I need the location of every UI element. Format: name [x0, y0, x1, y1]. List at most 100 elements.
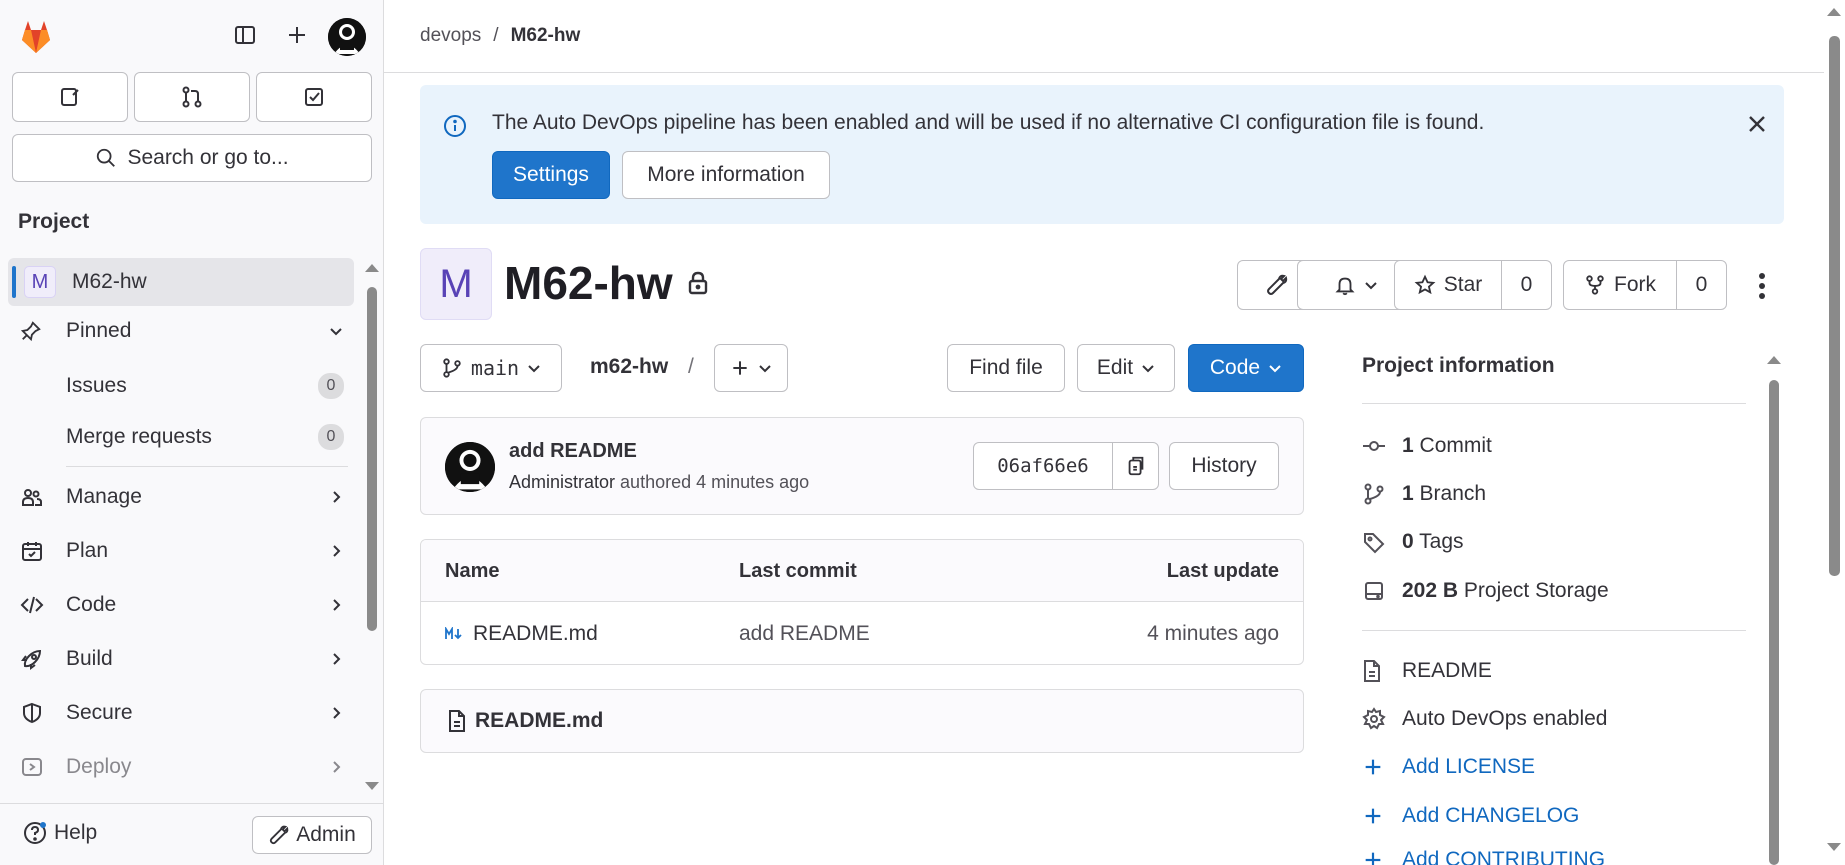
- admin-button[interactable]: Admin: [252, 816, 372, 854]
- stat-label: Tags: [1419, 530, 1464, 553]
- sidebar-item-code[interactable]: Code: [20, 585, 346, 625]
- edit-dropdown[interactable]: Edit: [1077, 344, 1175, 392]
- link-auto-devops[interactable]: Auto DevOps enabled: [1362, 707, 1607, 731]
- sidebar-item-merge-requests[interactable]: Merge requests 0: [66, 417, 344, 457]
- info-icon: [444, 115, 466, 137]
- settings-button[interactable]: Settings: [492, 151, 610, 199]
- storage-icon: [1362, 579, 1392, 603]
- file-name-cell[interactable]: README.md: [445, 622, 598, 646]
- sidebar-scrollbar[interactable]: [367, 287, 377, 631]
- stat-value: 1: [1402, 482, 1414, 505]
- commit-sha[interactable]: 06af66e6: [974, 443, 1112, 489]
- chevron-right-icon: [326, 598, 346, 612]
- table-header: Name Last commit Last update: [421, 540, 1303, 602]
- breadcrumb-group-link[interactable]: devops: [420, 25, 481, 47]
- star-button-group[interactable]: Star 0: [1394, 260, 1552, 310]
- calendar-icon: [20, 539, 50, 563]
- stat-value: 202 B: [1402, 579, 1459, 602]
- toggle-sidebar-icon[interactable]: [230, 20, 260, 50]
- breadcrumb-current[interactable]: M62-hw: [511, 25, 581, 47]
- aside-scrollbar[interactable]: [1769, 380, 1779, 865]
- readme-filename[interactable]: README.md: [475, 709, 603, 733]
- commit-title[interactable]: add README: [509, 440, 637, 463]
- find-file-button[interactable]: Find file: [947, 344, 1065, 392]
- file-last-commit[interactable]: add README: [739, 622, 870, 646]
- help-button[interactable]: Help: [22, 820, 97, 846]
- stat-commits[interactable]: 1 Commit: [1362, 434, 1492, 458]
- table-row[interactable]: README.md add README 4 minutes ago: [421, 602, 1303, 664]
- fork-button-group[interactable]: Fork 0: [1563, 260, 1727, 310]
- page-scroll-down[interactable]: [1827, 843, 1841, 851]
- sidebar-item-build[interactable]: Build: [20, 639, 346, 679]
- chevron-right-icon: [326, 544, 346, 558]
- commit-author-avatar[interactable]: [445, 442, 495, 492]
- merge-requests-button[interactable]: [134, 72, 250, 122]
- sidebar-item-pinned[interactable]: Pinned: [20, 311, 346, 351]
- code-dropdown[interactable]: Code: [1188, 344, 1304, 392]
- user-avatar[interactable]: [328, 18, 366, 56]
- page-scroll-up[interactable]: [1827, 8, 1841, 16]
- fork-button[interactable]: Fork: [1564, 261, 1676, 309]
- star-label: Star: [1443, 273, 1483, 296]
- sidebar-item-label: Code: [66, 593, 117, 616]
- commit-author[interactable]: Administrator: [509, 472, 615, 492]
- stat-tags[interactable]: 0 Tags: [1362, 530, 1464, 554]
- chevron-right-icon: [326, 760, 346, 774]
- more-information-button[interactable]: More information: [622, 151, 830, 199]
- sidebar-item-project[interactable]: M M62-hw: [8, 258, 354, 306]
- sidebar-scroll-up[interactable]: [365, 264, 379, 272]
- repo-path[interactable]: m62-hw: [590, 355, 668, 379]
- wrench-icon: [270, 825, 289, 845]
- file-name[interactable]: README.md: [473, 622, 598, 646]
- create-new-icon[interactable]: [282, 20, 312, 50]
- history-button[interactable]: History: [1169, 442, 1279, 490]
- link-add-changelog[interactable]: Add CHANGELOG: [1362, 804, 1579, 828]
- page-scrollbar[interactable]: [1829, 36, 1840, 576]
- stat-storage[interactable]: 202 B Project Storage: [1362, 579, 1609, 603]
- readme-header[interactable]: README.md: [420, 689, 1304, 753]
- aside-scroll-up[interactable]: [1767, 356, 1781, 364]
- chevron-down-icon: [759, 365, 771, 373]
- search-input[interactable]: Search or go to...: [12, 134, 372, 182]
- sidebar-item-manage[interactable]: Manage: [20, 477, 346, 517]
- branch-selector[interactable]: main: [420, 344, 562, 392]
- sidebar-scroll-down[interactable]: [365, 782, 379, 790]
- deploy-icon: [20, 755, 50, 779]
- more-actions-icon[interactable]: [1754, 272, 1770, 300]
- chevron-right-icon: [326, 706, 346, 720]
- sidebar-item-issues[interactable]: Issues 0: [66, 366, 344, 406]
- chevron-down-icon: [528, 365, 540, 373]
- file-icon: [449, 710, 465, 732]
- assigned-issues-button[interactable]: [12, 72, 128, 122]
- kebab-icon: [1759, 273, 1765, 299]
- branch-icon: [443, 358, 461, 378]
- gitlab-logo-icon[interactable]: [16, 16, 56, 56]
- sidebar-section-title: Project: [18, 210, 90, 233]
- star-button[interactable]: Star: [1395, 261, 1501, 309]
- link-add-contributing[interactable]: Add CONTRIBUTING: [1362, 848, 1605, 865]
- sidebar-item-plan[interactable]: Plan: [20, 531, 346, 571]
- stat-value: 0: [1402, 530, 1414, 553]
- link-add-license[interactable]: Add LICENSE: [1362, 755, 1535, 779]
- sidebar-item-deploy[interactable]: Deploy: [20, 747, 346, 787]
- stat-branches[interactable]: 1 Branch: [1362, 482, 1486, 506]
- alert-message: The Auto DevOps pipeline has been enable…: [492, 111, 1485, 134]
- copy-sha-button[interactable]: [1112, 443, 1158, 489]
- fork-count[interactable]: 0: [1676, 261, 1726, 309]
- column-header-name: Name: [445, 560, 500, 582]
- close-icon[interactable]: [1746, 113, 1768, 135]
- sidebar-item-label: Build: [66, 647, 113, 670]
- star-count[interactable]: 0: [1501, 261, 1551, 309]
- todo-list-button[interactable]: [256, 72, 372, 122]
- code-label: Code: [1209, 356, 1261, 379]
- sidebar-item-secure[interactable]: Secure: [20, 693, 346, 733]
- sidebar-item-label: Manage: [66, 485, 142, 508]
- plus-icon: [1362, 849, 1392, 865]
- add-to-tree-dropdown[interactable]: [714, 344, 788, 392]
- code-icon: [20, 593, 50, 617]
- link-readme[interactable]: README: [1362, 659, 1492, 683]
- project-name: M62-hw: [504, 257, 673, 309]
- breadcrumb-separator: /: [493, 25, 499, 46]
- path-separator: /: [688, 355, 694, 378]
- sidebar-item-label: M62-hw: [72, 270, 147, 293]
